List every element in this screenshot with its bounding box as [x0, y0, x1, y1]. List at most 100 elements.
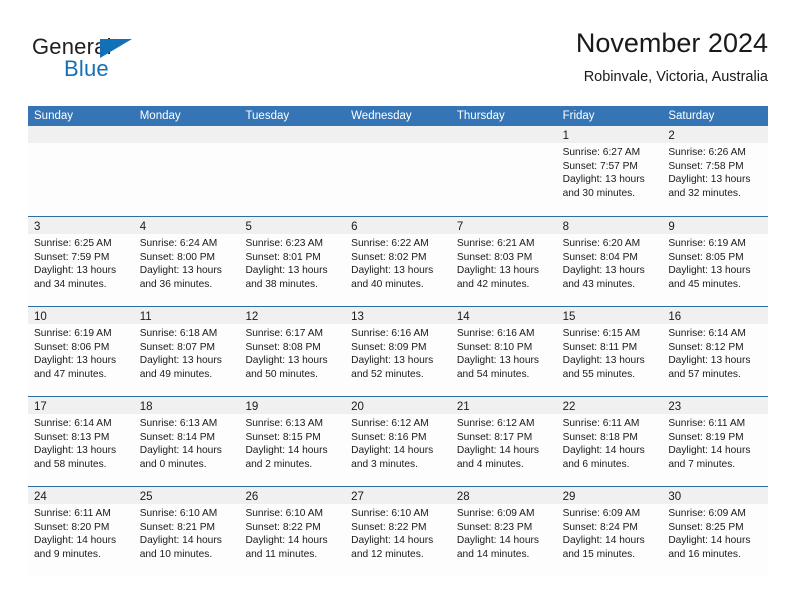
calendar-day-cell[interactable]: 2 Sunrise: 6:26 AM Sunset: 7:58 PM Daylight… — [662, 126, 769, 216]
calendar-day-cell[interactable]: 27 Sunrise: 6:10 AM Sunset: 8:22 PM Dayligh… — [345, 487, 451, 576]
daylight-duration-line2: and 38 minutes. — [245, 278, 318, 290]
calendar-day-cell[interactable]: 6 Sunrise: 6:22 AM Sunset: 8:02 PM Daylight… — [345, 217, 451, 306]
calendar-day-cell[interactable]: 25 Sunrise: 6:10 AM Sunset: 8:21 PM Dayligh… — [133, 487, 240, 576]
sunrise-time: Sunrise: 6:09 AM — [668, 508, 746, 519]
calendar-day-cell[interactable]: 11 Sunrise: 6:18 AM Sunset: 8:07 PM Dayligh… — [133, 307, 240, 396]
day-details: Sunrise: 6:12 AM Sunset: 8:16 PM Daylight:… — [345, 414, 451, 471]
sunset-time: Sunset: 8:01 PM — [245, 251, 321, 263]
calendar-day-cell[interactable]: 3 Sunrise: 6:25 AM Sunset: 7:59 PM Daylight… — [28, 217, 134, 306]
calendar-day-cell[interactable]: 22 Sunrise: 6:11 AM Sunset: 8:18 PM Dayligh… — [556, 397, 663, 486]
calendar-day-cell[interactable]: 1 Sunrise: 6:27 AM Sunset: 7:57 PM Daylight… — [556, 126, 663, 216]
calendar-day-cell-empty — [28, 126, 134, 216]
calendar-day-cell[interactable]: 20 Sunrise: 6:12 AM Sunset: 8:16 PM Dayligh… — [345, 397, 451, 486]
calendar-day-cell[interactable]: 10 Sunrise: 6:19 AM Sunset: 8:06 PM Dayligh… — [28, 307, 134, 396]
daylight-duration-line1: Daylight: 13 hours — [668, 174, 751, 186]
calendar-day-cell[interactable]: 26 Sunrise: 6:10 AM Sunset: 8:22 PM Dayligh… — [239, 487, 346, 576]
calendar-day-cell[interactable]: 28 Sunrise: 6:09 AM Sunset: 8:23 PM Dayligh… — [450, 487, 557, 576]
day-number-band: 17 — [28, 397, 134, 414]
sunset-time: Sunset: 8:11 PM — [562, 341, 638, 353]
sunrise-time: Sunrise: 6:22 AM — [351, 238, 429, 249]
daylight-duration-line1: Daylight: 13 hours — [34, 445, 117, 457]
day-number-band — [28, 126, 134, 143]
day-details: Sunrise: 6:11 AM Sunset: 8:19 PM Daylight:… — [662, 414, 768, 471]
sunrise-time: Sunrise: 6:10 AM — [351, 508, 429, 519]
calendar-day-cell[interactable]: 15 Sunrise: 6:15 AM Sunset: 8:11 PM Dayligh… — [556, 307, 663, 396]
day-details: Sunrise: 6:09 AM Sunset: 8:23 PM Daylight:… — [451, 504, 557, 561]
daylight-duration-line2: and 52 minutes. — [351, 368, 424, 380]
sunset-time: Sunset: 8:04 PM — [562, 251, 638, 263]
daylight-duration-line1: Daylight: 14 hours — [351, 535, 434, 547]
day-number: 23 — [668, 401, 682, 413]
calendar-day-cell[interactable]: 14 Sunrise: 6:16 AM Sunset: 8:10 PM Dayligh… — [450, 307, 557, 396]
calendar-day-cell[interactable]: 23 Sunrise: 6:11 AM Sunset: 8:19 PM Dayligh… — [662, 397, 769, 486]
day-number-band: 16 — [662, 307, 769, 324]
sunrise-time: Sunrise: 6:16 AM — [351, 328, 429, 339]
daylight-duration-line2: and 12 minutes. — [351, 548, 424, 560]
calendar-day-cell[interactable]: 21 Sunrise: 6:12 AM Sunset: 8:17 PM Dayligh… — [450, 397, 557, 486]
sunrise-time: Sunrise: 6:18 AM — [139, 328, 218, 339]
day-details: Sunrise: 6:27 AM Sunset: 7:57 PM Daylight:… — [557, 143, 663, 200]
calendar-day-cell[interactable]: 12 Sunrise: 6:17 AM Sunset: 8:08 PM Dayligh… — [239, 307, 346, 396]
weekday-header-friday: Friday — [562, 110, 595, 122]
logo-text-blue: Blue — [64, 56, 109, 81]
calendar-day-cell[interactable]: 8 Sunrise: 6:20 AM Sunset: 8:04 PM Daylight… — [556, 217, 663, 306]
calendar-week-row: 3 Sunrise: 6:25 AM Sunset: 7:59 PM Daylight… — [28, 216, 769, 306]
calendar-week-row: 1 Sunrise: 6:27 AM Sunset: 7:57 PM Daylight… — [28, 126, 769, 216]
day-number: 25 — [139, 491, 153, 503]
calendar-day-cell[interactable]: 30 Sunrise: 6:09 AM Sunset: 8:25 PM Dayligh… — [662, 487, 769, 576]
day-number: 17 — [34, 401, 47, 413]
daylight-duration-line1: Daylight: 13 hours — [34, 265, 117, 277]
daylight-duration-line1: Daylight: 14 hours — [562, 445, 645, 457]
day-number-band: 13 — [345, 307, 451, 324]
calendar-day-cell[interactable]: 4 Sunrise: 6:24 AM Sunset: 8:00 PM Daylight… — [133, 217, 240, 306]
general-blue-logo[interactable]: General Blue — [32, 34, 212, 90]
daylight-duration-line1: Daylight: 14 hours — [456, 535, 539, 547]
calendar-day-cell[interactable]: 13 Sunrise: 6:16 AM Sunset: 8:09 PM Dayligh… — [345, 307, 451, 396]
day-details: Sunrise: 6:18 AM Sunset: 8:07 PM Daylight:… — [134, 324, 240, 381]
sunset-time: Sunset: 8:19 PM — [668, 431, 744, 443]
calendar-day-cell[interactable]: 19 Sunrise: 6:13 AM Sunset: 8:15 PM Dayligh… — [239, 397, 346, 486]
day-details: Sunrise: 6:16 AM Sunset: 8:10 PM Daylight:… — [451, 324, 557, 381]
daylight-duration-line1: Daylight: 14 hours — [668, 445, 751, 457]
sunset-time: Sunset: 8:14 PM — [139, 431, 216, 443]
day-details: Sunrise: 6:10 AM Sunset: 8:21 PM Daylight:… — [134, 504, 240, 561]
calendar-day-cell[interactable]: 16 Sunrise: 6:14 AM Sunset: 8:12 PM Dayligh… — [662, 307, 769, 396]
day-details: Sunrise: 6:19 AM Sunset: 8:05 PM Daylight:… — [662, 234, 768, 291]
calendar-day-cell[interactable]: 7 Sunrise: 6:21 AM Sunset: 8:03 PM Daylight… — [450, 217, 557, 306]
daylight-duration-line2: and 57 minutes. — [668, 368, 741, 380]
day-number-band: 9 — [662, 217, 769, 234]
day-number: 8 — [562, 221, 569, 233]
day-number-band: 2 — [662, 126, 769, 143]
calendar-day-cell[interactable]: 18 Sunrise: 6:13 AM Sunset: 8:14 PM Dayligh… — [133, 397, 240, 486]
calendar-day-cell[interactable]: 29 Sunrise: 6:09 AM Sunset: 8:24 PM Dayligh… — [556, 487, 663, 576]
daylight-duration-line2: and 0 minutes. — [139, 458, 207, 470]
day-number: 16 — [668, 311, 682, 323]
sunrise-time: Sunrise: 6:12 AM — [351, 418, 429, 429]
daylight-duration-line2: and 2 minutes. — [245, 458, 313, 470]
sunrise-time: Sunrise: 6:11 AM — [668, 418, 746, 429]
calendar-day-cell[interactable]: 5 Sunrise: 6:23 AM Sunset: 8:01 PM Daylight… — [239, 217, 346, 306]
day-details: Sunrise: 6:13 AM Sunset: 8:14 PM Daylight:… — [134, 414, 240, 471]
calendar-day-cell[interactable]: 17 Sunrise: 6:14 AM Sunset: 8:13 PM Dayligh… — [28, 397, 134, 486]
sunset-time: Sunset: 8:17 PM — [456, 431, 533, 443]
sunset-time: Sunset: 8:09 PM — [351, 341, 427, 353]
sunrise-time: Sunrise: 6:14 AM — [668, 328, 746, 339]
sunset-time: Sunset: 8:10 PM — [456, 341, 533, 353]
daylight-duration-line1: Daylight: 13 hours — [456, 265, 539, 277]
sunset-time: Sunset: 8:13 PM — [34, 431, 110, 443]
sunrise-time: Sunrise: 6:26 AM — [668, 147, 746, 158]
day-number-band — [450, 126, 557, 143]
daylight-duration-line1: Daylight: 14 hours — [562, 535, 645, 547]
calendar-week-row: 24 Sunrise: 6:11 AM Sunset: 8:20 PM Dayligh… — [28, 486, 769, 576]
calendar-day-cell-empty — [239, 126, 346, 216]
daylight-duration-line2: and 34 minutes. — [34, 278, 107, 290]
day-details: Sunrise: 6:24 AM Sunset: 8:00 PM Daylight:… — [134, 234, 240, 291]
sunrise-time: Sunrise: 6:19 AM — [668, 238, 746, 249]
sunrise-time: Sunrise: 6:13 AM — [139, 418, 218, 429]
daylight-duration-line2: and 3 minutes. — [351, 458, 418, 470]
sunrise-time: Sunrise: 6:24 AM — [139, 238, 218, 249]
day-number: 5 — [245, 221, 252, 233]
sunset-time: Sunset: 8:03 PM — [456, 251, 533, 263]
calendar-day-cell[interactable]: 24 Sunrise: 6:11 AM Sunset: 8:20 PM Dayligh… — [28, 487, 134, 576]
calendar-day-cell[interactable]: 9 Sunrise: 6:19 AM Sunset: 8:05 PM Daylight… — [662, 217, 769, 306]
